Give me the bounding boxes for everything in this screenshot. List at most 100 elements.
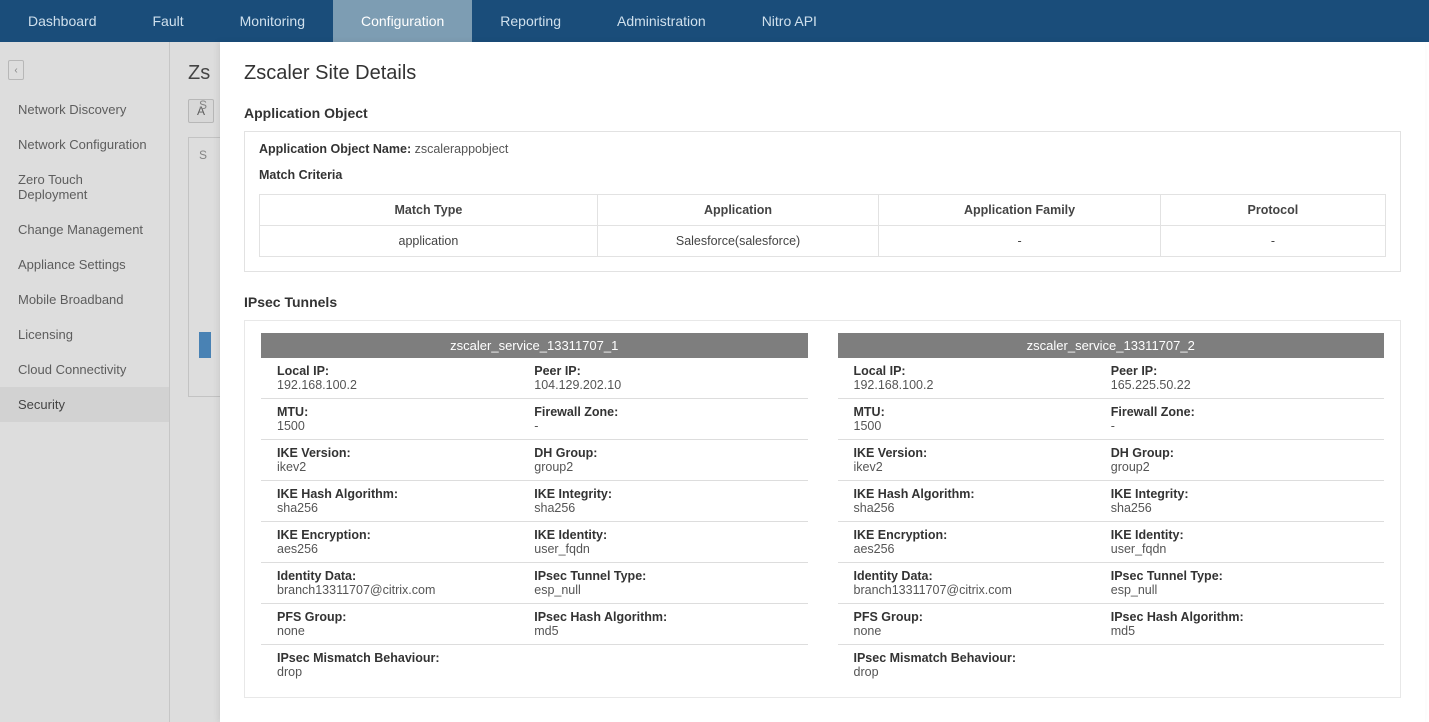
t1-mismatch-value: drop (277, 665, 792, 679)
t2-ikeenc-label: IKE Encryption: (854, 528, 1111, 542)
col-application-family: Application Family (879, 195, 1161, 226)
sidebar-item-licensing[interactable]: Licensing (0, 317, 169, 352)
t2-ipsechash-label: IPsec Hash Algorithm: (1111, 610, 1368, 624)
t2-iddata-label: Identity Data: (854, 569, 1111, 583)
t1-ikever-label: IKE Version: (277, 446, 534, 460)
t1-mtu-label: MTU: (277, 405, 534, 419)
sidebar-item-appliance-settings[interactable]: Appliance Settings (0, 247, 169, 282)
nav-monitoring[interactable]: Monitoring (212, 0, 333, 42)
t2-ipsectype-label: IPsec Tunnel Type: (1111, 569, 1368, 583)
zscaler-site-details-panel: Zscaler Site Details Application Object … (220, 42, 1425, 722)
t2-peer-ip-label: Peer IP: (1111, 364, 1368, 378)
panel-title: Zscaler Site Details (244, 62, 1401, 85)
top-navigation: Dashboard Fault Monitoring Configuration… (0, 0, 1429, 42)
t1-ikeid-value: user_fqdn (534, 542, 791, 556)
cell-application-family: - (879, 226, 1161, 257)
col-protocol: Protocol (1160, 195, 1385, 226)
col-match-type: Match Type (260, 195, 598, 226)
sidebar: ‹ Network Discovery Network Configuratio… (0, 42, 170, 722)
tunnel-card-2: zscaler_service_13311707_2 Local IP:192.… (838, 333, 1385, 685)
cell-application: Salesforce(salesforce) (597, 226, 879, 257)
t1-peer-ip-value: 104.129.202.10 (534, 378, 791, 392)
t1-pfs-value: none (277, 624, 534, 638)
t1-pfs-label: PFS Group: (277, 610, 534, 624)
nav-reporting[interactable]: Reporting (472, 0, 589, 42)
chevron-left-icon: ‹ (14, 65, 17, 76)
t2-ikeid-value: user_fqdn (1111, 542, 1368, 556)
t2-ikeid-label: IKE Identity: (1111, 528, 1368, 542)
t1-iddata-label: Identity Data: (277, 569, 534, 583)
sidebar-item-cloud-connectivity[interactable]: Cloud Connectivity (0, 352, 169, 387)
t1-ipsectype-value: esp_null (534, 583, 791, 597)
t1-ikeid-label: IKE Identity: (534, 528, 791, 542)
t1-ipsectype-label: IPsec Tunnel Type: (534, 569, 791, 583)
t2-fwzone-value: - (1111, 419, 1368, 433)
sidebar-item-security[interactable]: Security (0, 387, 169, 422)
t1-ikehash-value: sha256 (277, 501, 534, 515)
t2-pfs-label: PFS Group: (854, 610, 1111, 624)
sidebar-item-change-management[interactable]: Change Management (0, 212, 169, 247)
t1-mtu-value: 1500 (277, 419, 534, 433)
t2-iddata-value: branch13311707@citrix.com (854, 583, 1111, 597)
t1-ikeinteg-label: IKE Integrity: (534, 487, 791, 501)
sidebar-item-mobile-broadband[interactable]: Mobile Broadband (0, 282, 169, 317)
t1-local-ip-value: 192.168.100.2 (277, 378, 534, 392)
t2-ikeinteg-label: IKE Integrity: (1111, 487, 1368, 501)
sidebar-item-network-configuration[interactable]: Network Configuration (0, 127, 169, 162)
t1-peer-ip-label: Peer IP: (534, 364, 791, 378)
t1-ikeinteg-value: sha256 (534, 501, 791, 515)
t1-iddata-value: branch13311707@citrix.com (277, 583, 534, 597)
t1-fwzone-label: Firewall Zone: (534, 405, 791, 419)
t1-fwzone-value: - (534, 419, 791, 433)
cell-protocol: - (1160, 226, 1385, 257)
match-criteria-title: Match Criteria (259, 168, 1386, 182)
t2-local-ip-value: 192.168.100.2 (854, 378, 1111, 392)
tunnel-1-name: zscaler_service_13311707_1 (261, 333, 808, 358)
app-object-name-field: Application Object Name: zscalerappobjec… (259, 142, 1386, 156)
sidebar-item-network-discovery[interactable]: Network Discovery (0, 92, 169, 127)
t2-ipsectype-value: esp_null (1111, 583, 1368, 597)
t1-ipsechash-value: md5 (534, 624, 791, 638)
t2-local-ip-label: Local IP: (854, 364, 1111, 378)
t2-mtu-value: 1500 (854, 419, 1111, 433)
t1-dh-label: DH Group: (534, 446, 791, 460)
nav-configuration[interactable]: Configuration (333, 0, 472, 42)
match-row: application Salesforce(salesforce) - - (260, 226, 1386, 257)
t1-ipsechash-label: IPsec Hash Algorithm: (534, 610, 791, 624)
sidebar-collapse-button[interactable]: ‹ (8, 60, 24, 80)
nav-fault[interactable]: Fault (125, 0, 212, 42)
app-object-box: Application Object Name: zscalerappobjec… (244, 131, 1401, 272)
t2-ikeinteg-value: sha256 (1111, 501, 1368, 515)
app-object-section-title: Application Object (244, 105, 1401, 121)
t2-mismatch-value: drop (854, 665, 1369, 679)
sidebar-item-zero-touch[interactable]: Zero Touch Deployment (0, 162, 169, 212)
t2-dh-value: group2 (1111, 460, 1368, 474)
t2-dh-label: DH Group: (1111, 446, 1368, 460)
t2-ipsechash-value: md5 (1111, 624, 1368, 638)
t2-ikever-value: ikev2 (854, 460, 1111, 474)
t2-mismatch-label: IPsec Mismatch Behaviour: (854, 651, 1369, 665)
t2-pfs-value: none (854, 624, 1111, 638)
t1-local-ip-label: Local IP: (277, 364, 534, 378)
app-object-name-value: zscalerappobject (415, 142, 509, 156)
nav-nitro-api[interactable]: Nitro API (734, 0, 845, 42)
app-object-name-label: Application Object Name: (259, 142, 411, 156)
t1-ikeenc-value: aes256 (277, 542, 534, 556)
nav-dashboard[interactable]: Dashboard (0, 0, 125, 42)
nav-administration[interactable]: Administration (589, 0, 734, 42)
t2-peer-ip-value: 165.225.50.22 (1111, 378, 1368, 392)
t2-ikeenc-value: aes256 (854, 542, 1111, 556)
tunnel-2-name: zscaler_service_13311707_2 (838, 333, 1385, 358)
t2-ikever-label: IKE Version: (854, 446, 1111, 460)
t1-ikever-value: ikev2 (277, 460, 534, 474)
t2-mtu-label: MTU: (854, 405, 1111, 419)
t1-mismatch-label: IPsec Mismatch Behaviour: (277, 651, 792, 665)
tunnel-card-1: zscaler_service_13311707_1 Local IP:192.… (261, 333, 808, 685)
col-application: Application (597, 195, 879, 226)
ipsec-section-title: IPsec Tunnels (244, 294, 1401, 310)
t2-ikehash-label: IKE Hash Algorithm: (854, 487, 1111, 501)
cell-match-type: application (260, 226, 598, 257)
t1-ikeenc-label: IKE Encryption: (277, 528, 534, 542)
t2-ikehash-value: sha256 (854, 501, 1111, 515)
t2-fwzone-label: Firewall Zone: (1111, 405, 1368, 419)
